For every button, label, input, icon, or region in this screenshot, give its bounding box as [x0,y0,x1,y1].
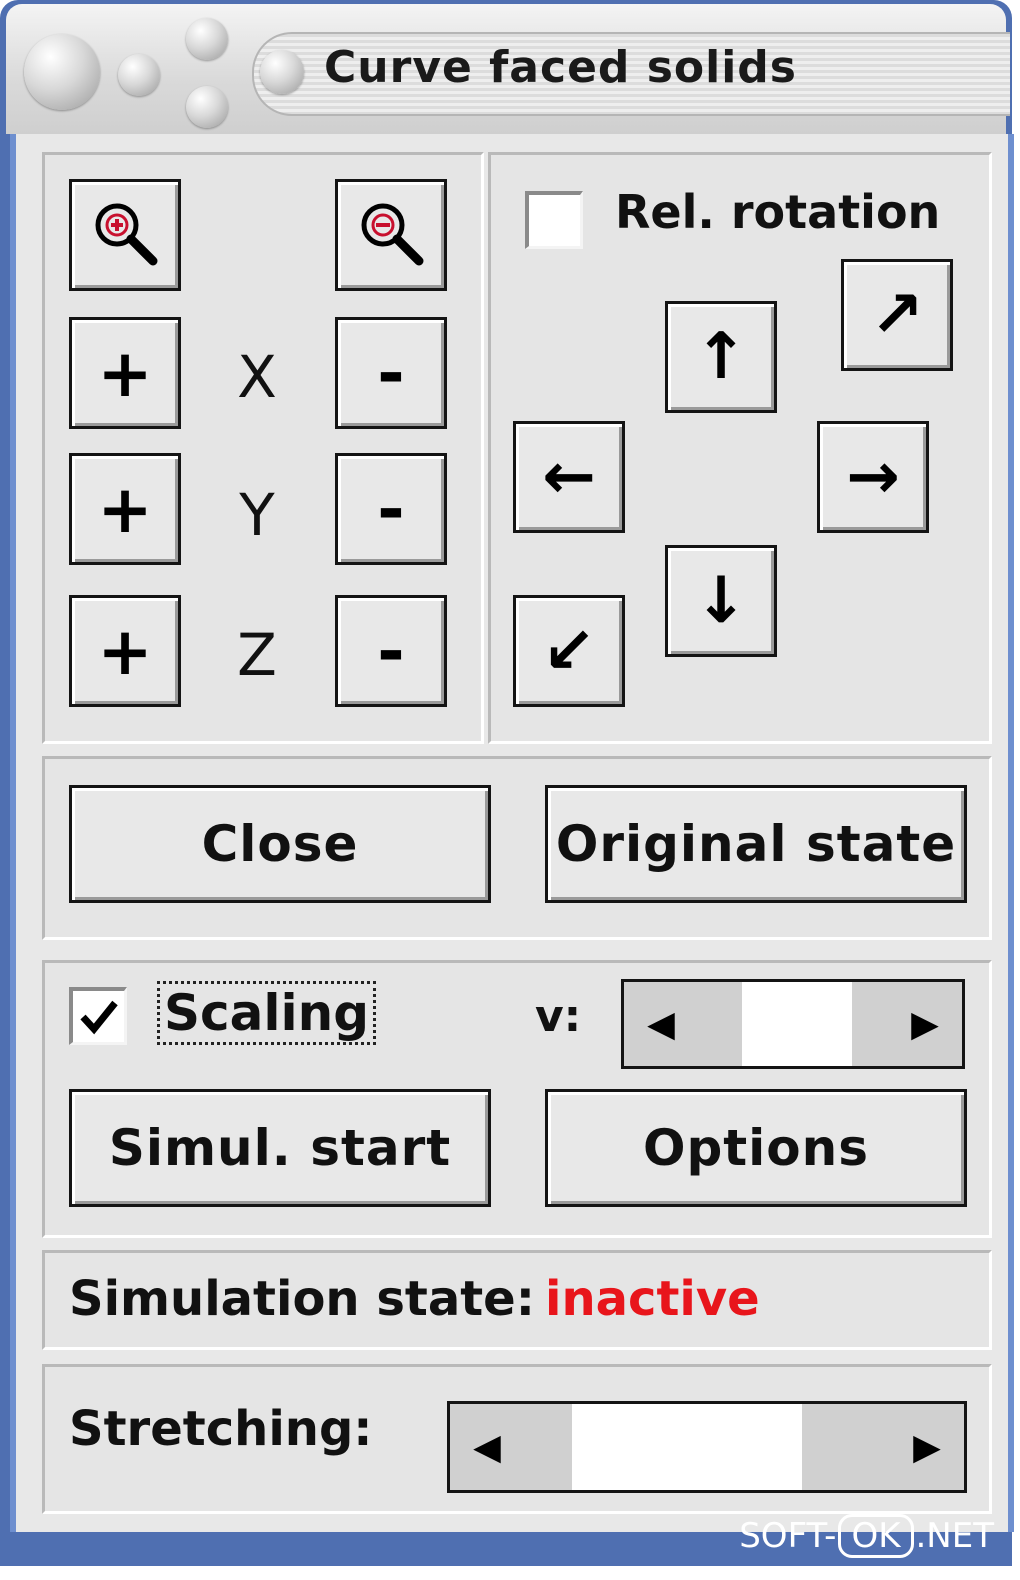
watermark-right: .NET [915,1516,995,1556]
minus-icon: - [377,612,405,690]
original-state-button[interactable]: Original state [545,785,967,903]
rotate-down-left-button[interactable]: ↙ [513,595,625,707]
simul-start-button[interactable]: Simul. start [69,1089,491,1207]
plus-icon: + [97,334,153,412]
rotate-left-button[interactable]: ← [513,421,625,533]
scroll-right-icon[interactable]: ▶ [890,1404,964,1490]
zoom-in-button[interactable] [69,179,181,291]
v-label: v: [535,991,582,1042]
simulation-state-panel: Simulation state: inactive [42,1250,992,1350]
watermark: SOFT- OK .NET [739,1514,994,1558]
arrow-left-icon: ← [542,440,596,514]
window-control-bottom-ball[interactable] [186,86,228,128]
y-minus-button[interactable]: - [335,453,447,565]
x-axis-label: X [237,343,277,411]
rel-rotation-label: Rel. rotation [615,185,941,239]
x-plus-button[interactable]: + [69,317,181,429]
title-bar[interactable]: Curve faced solids [6,4,1010,134]
rotate-down-button[interactable]: ↓ [665,545,777,657]
zoom-in-icon [95,203,158,266]
scroll-left-icon[interactable]: ◀ [624,982,698,1066]
simulation-state-value: inactive [545,1271,760,1327]
watermark-ok: OK [838,1514,914,1558]
window-title: Curve faced solids [324,42,797,93]
window-client-area: + X - + Y - + Z - Rel. rotation ↗ ↑ ← → … [10,134,1014,1532]
stretching-slider-thumb[interactable] [571,1404,802,1490]
zoom-out-icon [361,203,424,266]
plus-icon: + [97,612,153,690]
minus-icon: - [377,334,405,412]
arrow-up-right-icon: ↗ [870,278,924,352]
stretching-panel: Stretching: ◀ ▶ [42,1364,992,1514]
translation-panel: + X - + Y - + Z - [42,152,484,744]
zoom-out-button[interactable] [335,179,447,291]
v-slider-thumb[interactable] [742,982,852,1066]
rotate-right-button[interactable]: → [817,421,929,533]
scroll-right-icon[interactable]: ▶ [888,982,962,1066]
window-control-small-ball[interactable] [118,54,160,96]
arrow-down-left-icon: ↙ [542,614,596,688]
rotation-panel: Rel. rotation ↗ ↑ ← → ↓ ↙ [488,152,992,744]
simulation-controls-panel: Scaling v: ◀ ▶ Simul. start Options [42,960,992,1238]
x-minus-button[interactable]: - [335,317,447,429]
watermark-left: SOFT- [739,1516,837,1556]
z-plus-button[interactable]: + [69,595,181,707]
close-button[interactable]: Close [69,785,491,903]
window-control-large-ball[interactable] [24,34,100,110]
minus-icon: - [377,470,405,548]
stretching-label: Stretching: [69,1401,373,1457]
title-pill-knob[interactable] [260,50,304,94]
y-axis-label: Y [239,481,275,549]
stretching-slider[interactable]: ◀ ▶ [447,1401,967,1493]
scaling-checkbox[interactable] [69,987,127,1045]
rel-rotation-checkbox[interactable] [525,191,583,249]
z-axis-label: Z [237,621,277,689]
app-window: Curve faced solids + X - + Y - + Z - Rel… [0,0,1014,1566]
arrow-right-icon: → [846,440,900,514]
plus-icon: + [97,470,153,548]
z-minus-button[interactable]: - [335,595,447,707]
scaling-label[interactable]: Scaling [157,981,377,1045]
simulation-state-label: Simulation state: [69,1271,535,1327]
v-slider[interactable]: ◀ ▶ [621,979,965,1069]
window-control-top-ball[interactable] [186,18,228,60]
arrow-down-icon: ↓ [694,564,748,638]
actions-panel: Close Original state [42,756,992,940]
rotate-up-button[interactable]: ↑ [665,301,777,413]
checkmark-icon [79,1000,118,1034]
scroll-left-icon[interactable]: ◀ [450,1404,524,1490]
y-plus-button[interactable]: + [69,453,181,565]
options-button[interactable]: Options [545,1089,967,1207]
rotate-up-right-button[interactable]: ↗ [841,259,953,371]
arrow-up-icon: ↑ [694,320,748,394]
